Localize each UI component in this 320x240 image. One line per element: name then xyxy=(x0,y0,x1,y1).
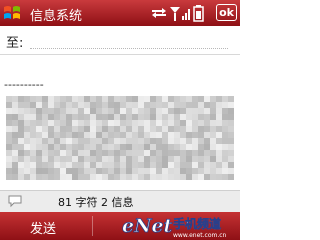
ok-button[interactable]: ok xyxy=(216,4,237,21)
signal-icon xyxy=(170,7,190,21)
message-body-pixelated[interactable] xyxy=(6,96,234,180)
title-bar: 信息系统 ok xyxy=(0,0,240,26)
signature-separator: ---------- xyxy=(4,78,44,91)
send-softkey[interactable]: 发送 xyxy=(30,218,56,237)
message-info-bar: 81 字符 2 信息 xyxy=(0,190,240,212)
url-text: www.enet.com.cn xyxy=(173,232,227,239)
softkey-divider xyxy=(92,216,93,236)
app-title: 信息系统 xyxy=(30,9,83,24)
brand-text: eNet xyxy=(122,215,173,237)
to-field-row: 至: xyxy=(0,26,240,52)
to-label: 至: xyxy=(6,36,24,51)
battery-icon xyxy=(193,5,204,22)
recipient-input[interactable] xyxy=(30,30,228,49)
windows-start-icon[interactable] xyxy=(2,3,22,23)
character-count-status: 81 字符 2 信息 xyxy=(58,196,134,209)
connectivity-icon xyxy=(152,8,166,18)
softkey-bar: 发送 eNet 手机频道 www.enet.com.cn xyxy=(0,212,240,240)
divider xyxy=(0,54,240,55)
status-icons[interactable] xyxy=(150,4,210,22)
enet-logo-watermark: eNet 手机频道 www.enet.com.cn xyxy=(122,215,227,239)
channel-text: 手机频道 xyxy=(173,216,221,231)
speech-bubble-icon xyxy=(8,195,22,208)
